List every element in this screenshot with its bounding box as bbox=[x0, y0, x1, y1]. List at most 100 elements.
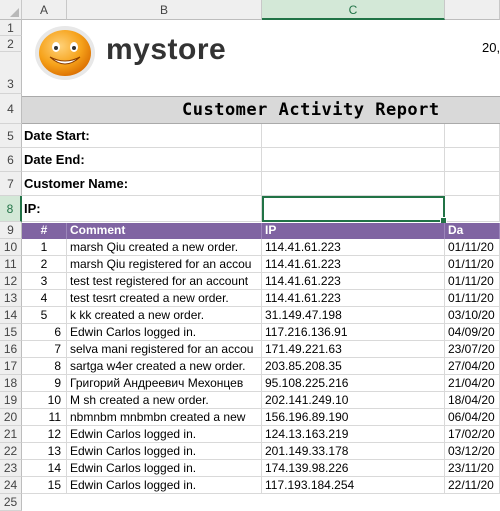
row-header-21[interactable]: 21 bbox=[0, 426, 22, 443]
filler-cell[interactable] bbox=[445, 172, 500, 196]
row-number-cell[interactable]: 5 bbox=[22, 307, 67, 324]
row-number-cell[interactable]: 15 bbox=[22, 477, 67, 494]
ip-cell[interactable]: 31.149.47.198 bbox=[262, 307, 445, 324]
row-number-cell[interactable]: 4 bbox=[22, 290, 67, 307]
row-header-22[interactable]: 22 bbox=[0, 443, 22, 460]
row-header-6[interactable]: 6 bbox=[0, 148, 22, 172]
column-header-b[interactable]: B bbox=[67, 0, 262, 20]
row-number-cell[interactable]: 1 bbox=[22, 239, 67, 256]
column-header-c[interactable]: C bbox=[262, 0, 445, 20]
comment-cell[interactable]: marsh Qiu registered for an accou bbox=[67, 256, 262, 273]
date-cell[interactable]: 01/11/20 bbox=[445, 273, 500, 290]
comment-cell[interactable]: test test registered for an account bbox=[67, 273, 262, 290]
date-end-value-cell[interactable] bbox=[262, 148, 445, 172]
date-cell[interactable]: 03/10/20 bbox=[445, 307, 500, 324]
row-header-15[interactable]: 15 bbox=[0, 324, 22, 341]
ip-cell[interactable]: 174.139.98.226 bbox=[262, 460, 445, 477]
date-cell[interactable]: 23/11/20 bbox=[445, 460, 500, 477]
row-number-cell[interactable]: 12 bbox=[22, 426, 67, 443]
comment-cell[interactable]: nbmnbm mnbmbn created a new bbox=[67, 409, 262, 426]
row-header-17[interactable]: 17 bbox=[0, 358, 22, 375]
date-cell[interactable]: 17/02/20 bbox=[445, 426, 500, 443]
filler-cell[interactable] bbox=[445, 124, 500, 148]
date-cell[interactable]: 22/11/20 bbox=[445, 477, 500, 494]
row-number-cell[interactable]: 10 bbox=[22, 392, 67, 409]
row-header-3[interactable]: 3 bbox=[0, 52, 22, 94]
row-header-25[interactable]: 25 bbox=[0, 494, 22, 511]
date-cell[interactable]: 23/07/20 bbox=[445, 341, 500, 358]
comment-cell[interactable]: sartga w4er created a new order. bbox=[67, 358, 262, 375]
comment-cell[interactable]: test tesrt created a new order. bbox=[67, 290, 262, 307]
row-header-4[interactable]: 4 bbox=[0, 94, 22, 124]
row-number-cell[interactable]: 6 bbox=[22, 324, 67, 341]
row-header-18[interactable]: 18 bbox=[0, 375, 22, 392]
row-header-14[interactable]: 14 bbox=[0, 307, 22, 324]
select-all-corner[interactable] bbox=[0, 0, 22, 20]
header-number[interactable]: # bbox=[22, 223, 67, 239]
date-cell[interactable]: 03/12/20 bbox=[445, 443, 500, 460]
comment-cell[interactable]: Григорий Андреевич Мехонцев bbox=[67, 375, 262, 392]
row-header-20[interactable]: 20 bbox=[0, 409, 22, 426]
row-number-cell[interactable]: 14 bbox=[22, 460, 67, 477]
date-cell[interactable]: 04/09/20 bbox=[445, 324, 500, 341]
date-cell[interactable]: 06/04/20 bbox=[445, 409, 500, 426]
row-header-23[interactable]: 23 bbox=[0, 460, 22, 477]
comment-cell[interactable]: Edwin Carlos logged in. bbox=[67, 324, 262, 341]
ip-cell[interactable]: 201.149.33.178 bbox=[262, 443, 445, 460]
customer-name-value-cell[interactable] bbox=[262, 172, 445, 196]
row-header-19[interactable]: 19 bbox=[0, 392, 22, 409]
date-cell[interactable]: 01/11/20 bbox=[445, 256, 500, 273]
ip-cell[interactable]: 171.49.221.63 bbox=[262, 341, 445, 358]
ip-cell[interactable]: 117.193.184.254 bbox=[262, 477, 445, 494]
date-cell[interactable]: 27/04/20 bbox=[445, 358, 500, 375]
row-header-11[interactable]: 11 bbox=[0, 256, 22, 273]
row-header-13[interactable]: 13 bbox=[0, 290, 22, 307]
ip-cell[interactable]: 114.41.61.223 bbox=[262, 273, 445, 290]
row-number-cell[interactable]: 2 bbox=[22, 256, 67, 273]
header-ip[interactable]: IP bbox=[262, 223, 445, 239]
filler-cell[interactable] bbox=[445, 196, 500, 222]
row-header-16[interactable]: 16 bbox=[0, 341, 22, 358]
row-number-cell[interactable]: 7 bbox=[22, 341, 67, 358]
comment-cell[interactable]: Edwin Carlos logged in. bbox=[67, 443, 262, 460]
date-cell[interactable]: 18/04/20 bbox=[445, 392, 500, 409]
row-header-10[interactable]: 10 bbox=[0, 239, 22, 256]
row-header-9[interactable]: 9 bbox=[0, 222, 22, 239]
comment-cell[interactable]: k kk created a new order. bbox=[67, 307, 262, 324]
comment-cell[interactable]: selva mani registered for an accou bbox=[67, 341, 262, 358]
row-number-cell[interactable]: 11 bbox=[22, 409, 67, 426]
row-number-cell[interactable]: 9 bbox=[22, 375, 67, 392]
filler-cell[interactable] bbox=[445, 148, 500, 172]
ip-cell[interactable]: 95.108.225.216 bbox=[262, 375, 445, 392]
row-header-7[interactable]: 7 bbox=[0, 172, 22, 196]
date-cell[interactable]: 21/04/20 bbox=[445, 375, 500, 392]
column-header-d[interactable] bbox=[445, 0, 500, 20]
row-header-8[interactable]: 8 bbox=[0, 196, 22, 222]
ip-cell[interactable]: 124.13.163.219 bbox=[262, 426, 445, 443]
date-cell[interactable]: 01/11/20 bbox=[445, 290, 500, 307]
comment-cell[interactable]: Edwin Carlos logged in. bbox=[67, 426, 262, 443]
header-comment[interactable]: Comment bbox=[67, 223, 262, 239]
row-header-12[interactable]: 12 bbox=[0, 273, 22, 290]
ip-cell[interactable]: 117.216.136.91 bbox=[262, 324, 445, 341]
comment-cell[interactable]: marsh Qiu created a new order. bbox=[67, 239, 262, 256]
row-header-5[interactable]: 5 bbox=[0, 124, 22, 148]
row-number-cell[interactable]: 3 bbox=[22, 273, 67, 290]
row-header-24[interactable]: 24 bbox=[0, 477, 22, 494]
ip-cell[interactable]: 202.141.249.10 bbox=[262, 392, 445, 409]
date-cell[interactable]: 01/11/20 bbox=[445, 239, 500, 256]
ip-cell[interactable]: 114.41.61.223 bbox=[262, 239, 445, 256]
row-header-1[interactable]: 1 bbox=[0, 20, 22, 36]
header-date[interactable]: Da bbox=[445, 223, 500, 239]
row-header-2[interactable]: 2 bbox=[0, 36, 22, 52]
comment-cell[interactable]: Edwin Carlos logged in. bbox=[67, 460, 262, 477]
row-number-cell[interactable]: 8 bbox=[22, 358, 67, 375]
ip-cell[interactable]: 114.41.61.223 bbox=[262, 256, 445, 273]
row-number-cell[interactable]: 13 bbox=[22, 443, 67, 460]
active-cell-selection[interactable] bbox=[262, 196, 447, 224]
comment-cell[interactable]: Edwin Carlos logged in. bbox=[67, 477, 262, 494]
ip-cell[interactable]: 203.85.208.35 bbox=[262, 358, 445, 375]
comment-cell[interactable]: M sh created a new order. bbox=[67, 392, 262, 409]
date-start-value-cell[interactable] bbox=[262, 124, 445, 148]
ip-cell[interactable]: 156.196.89.190 bbox=[262, 409, 445, 426]
